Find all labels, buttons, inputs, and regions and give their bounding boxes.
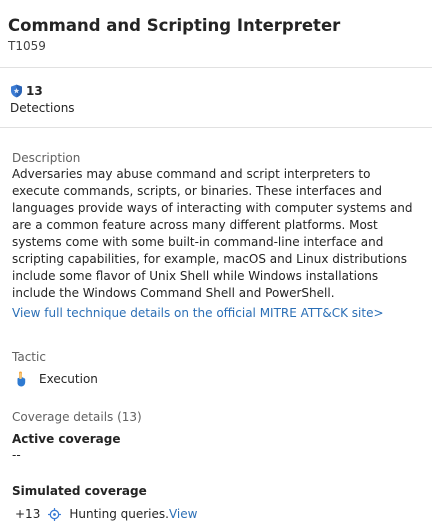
execution-icon — [15, 371, 27, 387]
technique-details-panel: Command and Scripting Interpreter T1059 … — [0, 0, 432, 523]
panel-header: Command and Scripting Interpreter T1059 — [0, 0, 432, 68]
simulated-count: +13 — [15, 507, 41, 521]
mitre-details-link[interactable]: View full technique details on the offic… — [12, 306, 384, 320]
active-coverage-value: -- — [12, 448, 21, 462]
simulated-coverage-item: +13 Hunting queries. View — [12, 505, 420, 523]
detections-label: Detections — [10, 101, 75, 115]
hunting-queries-view-link[interactable]: View — [169, 507, 197, 521]
tactic-heading: Tactic — [12, 350, 46, 364]
shield-icon — [10, 84, 23, 98]
detections-count: 13 — [26, 84, 43, 98]
hunting-queries-label: Hunting queries. — [69, 507, 169, 521]
description-section: Description Adversaries may abuse comman… — [0, 150, 432, 523]
tactic-value: Execution — [39, 372, 98, 386]
technique-id: T1059 — [8, 39, 46, 53]
description-text: Adversaries may abuse command and script… — [12, 167, 413, 300]
description-heading: Description — [12, 151, 81, 165]
tactic-item: Execution — [12, 370, 420, 388]
target-icon — [48, 507, 62, 521]
active-coverage-heading: Active coverage — [12, 432, 121, 446]
coverage-heading: Coverage details (13) — [12, 410, 142, 424]
simulated-coverage-heading: Simulated coverage — [12, 484, 147, 498]
detections-summary: 13 Detections — [0, 68, 432, 128]
page-title: Command and Scripting Interpreter — [8, 16, 341, 35]
